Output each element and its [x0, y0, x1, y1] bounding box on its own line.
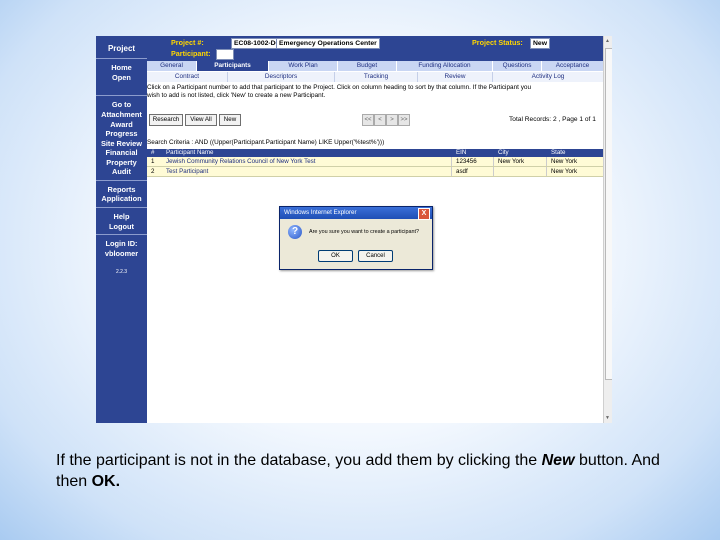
- question-icon: ?: [288, 225, 302, 239]
- project-header: Project #: EC08-1002-D00 Emergency Opera…: [147, 36, 612, 61]
- caption-ok-word: OK.: [91, 473, 121, 490]
- nav-divider: [96, 234, 147, 235]
- total-records: Total Records: 2 , Page 1 of 1: [509, 116, 596, 123]
- column-divider: [493, 157, 494, 166]
- tabs-row-2: Contract Descriptors Tracking Review Act…: [147, 72, 604, 82]
- ok-button[interactable]: OK: [318, 250, 353, 262]
- nav-project: Project: [107, 44, 136, 53]
- dialog-close-button[interactable]: X: [418, 208, 430, 220]
- col-header-city[interactable]: City: [496, 149, 509, 157]
- project-status-value: New: [530, 38, 550, 49]
- row-city: New York: [498, 158, 525, 165]
- col-header-number[interactable]: #: [149, 149, 154, 157]
- instructions: Click on a Participant number to add tha…: [147, 84, 603, 100]
- project-name-value: Emergency Operations Center: [276, 38, 380, 49]
- tab-contract[interactable]: Contract: [147, 72, 228, 82]
- column-divider: [493, 167, 494, 176]
- nav-help[interactable]: Help: [96, 212, 147, 222]
- nav-audit[interactable]: Audit: [96, 167, 147, 177]
- nav-home[interactable]: Home: [96, 63, 147, 73]
- project-number-label: Project #:: [171, 38, 204, 47]
- nav-goto: Go to: [111, 100, 132, 109]
- col-header-participant-name[interactable]: Participant Name: [164, 149, 213, 157]
- search-criteria: Search Criteria : AND ((Upper(Participan…: [147, 139, 385, 146]
- next-page-button[interactable]: >: [386, 114, 398, 126]
- nav-logout[interactable]: Logout: [96, 222, 147, 232]
- tab-review[interactable]: Review: [418, 72, 493, 82]
- row-ein: asdf: [456, 168, 468, 175]
- nav-divider: [96, 58, 147, 59]
- nav-open[interactable]: Open: [96, 73, 147, 83]
- tab-budget[interactable]: Budget: [338, 61, 397, 71]
- prev-page-button[interactable]: <: [374, 114, 386, 126]
- column-divider: [451, 157, 452, 166]
- dialog-message: Are you sure you want to create a partic…: [309, 229, 419, 235]
- nav-progress[interactable]: Progress: [96, 129, 147, 139]
- nav-divider: [96, 95, 147, 96]
- column-divider: [546, 157, 547, 166]
- tab-tracking[interactable]: Tracking: [335, 72, 418, 82]
- slide-caption: If the participant is not in the databas…: [56, 450, 676, 492]
- col-header-state[interactable]: State: [549, 149, 565, 157]
- participant-label: Participant:: [171, 49, 211, 58]
- tab-descriptors[interactable]: Descriptors: [228, 72, 335, 82]
- app-screenshot: Project Home Open Go to Attachment Award…: [96, 36, 612, 423]
- login-id-value: vbloomer: [104, 249, 139, 258]
- row-number[interactable]: 2: [149, 167, 154, 176]
- scroll-up-icon[interactable]: ▲: [605, 38, 610, 44]
- research-button[interactable]: Research: [149, 114, 183, 126]
- tab-work-plan[interactable]: Work Plan: [269, 61, 338, 71]
- table-row[interactable]: 2 Test Participant asdf New York: [147, 167, 603, 177]
- view-all-button[interactable]: View All: [185, 114, 217, 126]
- column-divider: [451, 167, 452, 176]
- project-status-label: Project Status:: [472, 38, 523, 47]
- instructions-line-1: Click on a Participant number to add tha…: [147, 84, 531, 91]
- nav-attachment[interactable]: Attachment: [96, 110, 147, 120]
- row-participant-name[interactable]: Test Participant: [164, 167, 208, 176]
- tabs-row-1: General Participants Work Plan Budget Fu…: [147, 61, 604, 71]
- cancel-button[interactable]: Cancel: [358, 250, 393, 262]
- caption-text: If the participant is not in the databas…: [56, 452, 542, 469]
- row-number[interactable]: 1: [149, 157, 154, 166]
- row-ein: 123456: [456, 158, 477, 165]
- row-city: [496, 167, 498, 176]
- table-header: # Participant Name EIN City State: [147, 149, 603, 157]
- caption-new-word: New: [541, 452, 575, 469]
- col-header-ein[interactable]: EIN: [454, 149, 466, 157]
- row-state: New York: [551, 168, 578, 175]
- tab-general[interactable]: General: [147, 61, 197, 71]
- column-divider: [546, 167, 547, 176]
- tab-funding-allocation[interactable]: Funding Allocation: [397, 61, 493, 71]
- scroll-down-icon[interactable]: ▼: [605, 415, 610, 421]
- participant-value: [216, 49, 234, 60]
- left-nav: Project Home Open Go to Attachment Award…: [96, 36, 147, 423]
- first-page-button[interactable]: <<: [362, 114, 374, 126]
- tab-activity-log[interactable]: Activity Log: [493, 72, 604, 82]
- last-page-button[interactable]: >>: [398, 114, 410, 126]
- scrollbar-thumb[interactable]: [605, 48, 612, 380]
- nav-divider: [96, 180, 147, 181]
- new-button[interactable]: New: [219, 114, 241, 126]
- row-state: New York: [551, 158, 578, 165]
- dialog-title: Windows Internet Explorer: [280, 207, 432, 219]
- tab-participants[interactable]: Participants: [197, 61, 269, 71]
- row-participant-name[interactable]: Jewish Community Relations Council of Ne…: [164, 157, 315, 166]
- tab-questions[interactable]: Questions: [493, 61, 542, 71]
- nav-divider: [96, 207, 147, 208]
- instructions-line-2: wish to add is not listed, click 'New' t…: [147, 92, 326, 99]
- login-id-label: Login ID:: [105, 239, 138, 248]
- version-label: 2.2.3: [115, 269, 128, 275]
- table-row[interactable]: 1 Jewish Community Relations Council of …: [147, 157, 603, 167]
- nav-financial[interactable]: Financial: [96, 148, 147, 158]
- tab-acceptance[interactable]: Acceptance: [542, 61, 604, 71]
- vertical-scrollbar[interactable]: ▲ ▼: [603, 36, 612, 423]
- nav-application[interactable]: Application: [96, 194, 147, 204]
- confirm-dialog: Windows Internet Explorer X ? Are you su…: [279, 206, 433, 270]
